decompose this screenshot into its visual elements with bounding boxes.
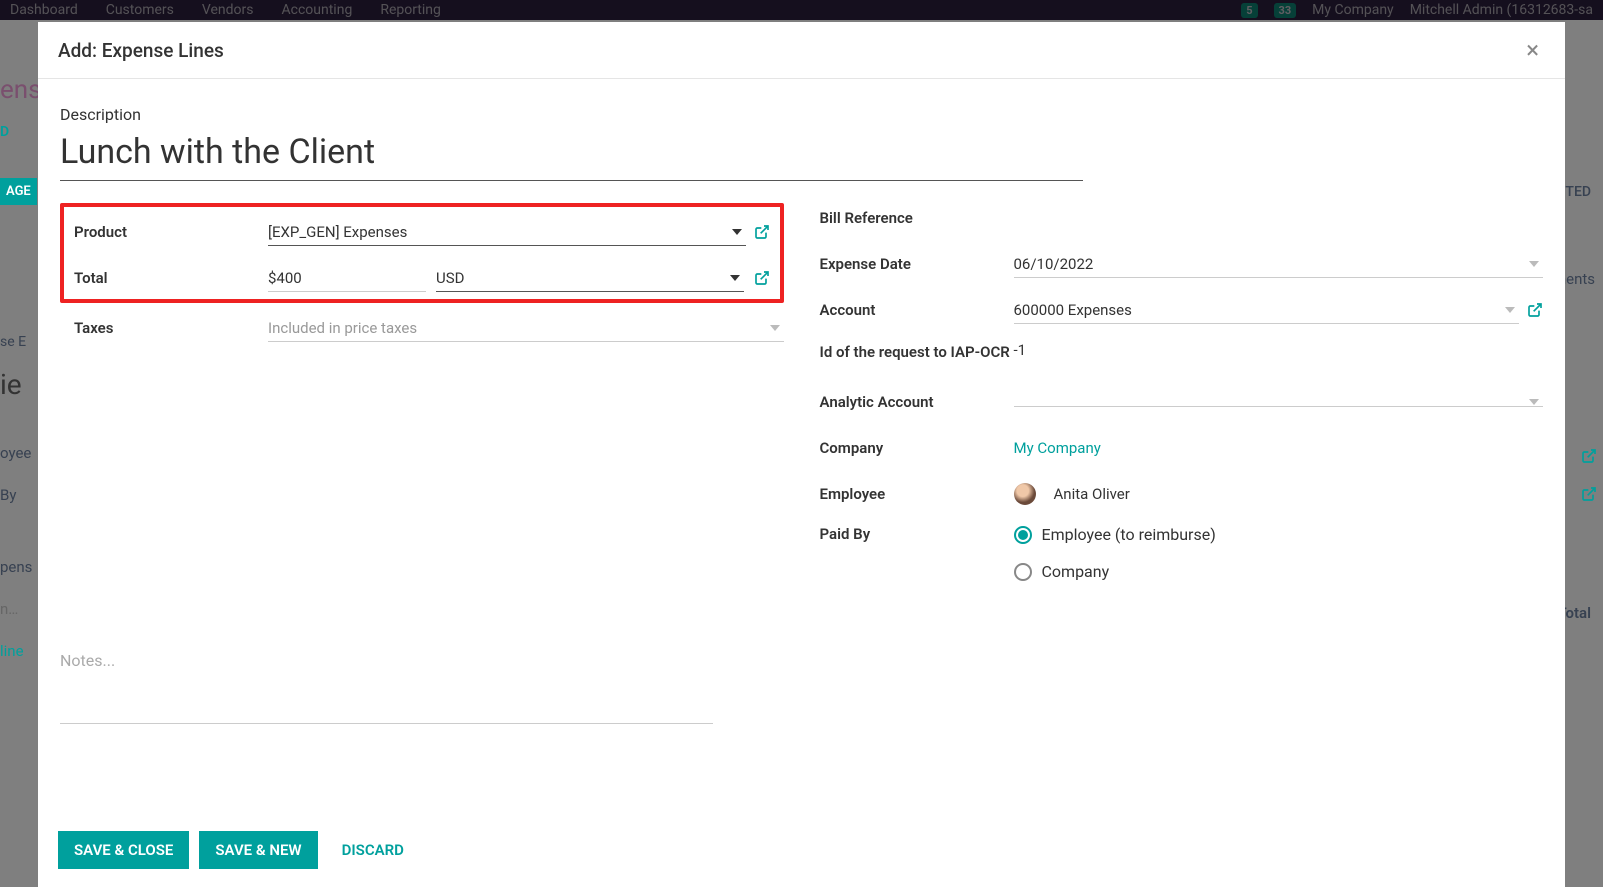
- radio-icon: [1014, 526, 1032, 544]
- bg-frag: line: [0, 642, 24, 660]
- chevron-down-icon: [732, 229, 742, 235]
- radio-icon: [1014, 563, 1032, 581]
- product-label: Product: [74, 223, 268, 241]
- total-label: Total: [74, 269, 268, 287]
- discard-button[interactable]: DISCARD: [328, 831, 418, 869]
- currency-external-link[interactable]: [754, 270, 770, 286]
- paid-by-employee-option[interactable]: Employee (to reimburse): [1014, 525, 1216, 544]
- chevron-down-icon: [770, 325, 780, 331]
- expense-date-value: 06/10/2022: [1014, 251, 1530, 277]
- modal-body: Description Product [EXP_GEN] Expenses: [38, 79, 1565, 813]
- paid-by-company-option[interactable]: Company: [1014, 562, 1216, 581]
- paid-by-radio-group: Employee (to reimburse) Company: [1014, 525, 1216, 581]
- iap-label: Id of the request to IAP-OCR: [820, 341, 1014, 364]
- company-label: Company: [820, 439, 1014, 457]
- total-input[interactable]: [268, 265, 426, 292]
- radio-label: Employee (to reimburse): [1042, 525, 1216, 544]
- employee-label: Employee: [820, 485, 1014, 503]
- account-value: 600000 Expenses: [1014, 297, 1506, 323]
- bill-reference-label: Bill Reference: [820, 209, 1014, 227]
- expense-lines-modal: Add: Expense Lines × Description Product…: [38, 22, 1565, 887]
- expense-date-label: Expense Date: [820, 255, 1014, 273]
- bg-frag: ens: [0, 75, 42, 105]
- analytic-account-label: Analytic Account: [820, 393, 1014, 411]
- close-button[interactable]: ×: [1520, 38, 1545, 62]
- form-right-column: Bill Reference Expense Date 06/10/2022 A…: [820, 203, 1544, 597]
- bg-frag: By: [0, 486, 16, 504]
- currency-value: USD: [436, 265, 730, 291]
- bg-frag-button: AGE: [0, 178, 37, 205]
- description-input[interactable]: [60, 130, 1083, 181]
- bg-frag: ie: [0, 368, 22, 401]
- expense-date-input[interactable]: 06/10/2022: [1014, 251, 1544, 278]
- account-select[interactable]: 600000 Expenses: [1014, 297, 1520, 324]
- product-external-link[interactable]: [754, 224, 770, 240]
- chevron-down-icon: [1505, 307, 1515, 313]
- account-label: Account: [820, 301, 1014, 319]
- radio-label: Company: [1042, 562, 1110, 581]
- form-left-column: Product [EXP_GEN] Expenses Tot: [60, 203, 784, 597]
- company-link[interactable]: My Company: [1014, 439, 1101, 457]
- highlight-annotation: Product [EXP_GEN] Expenses Tot: [60, 203, 784, 303]
- bg-frag: se E: [0, 334, 26, 350]
- analytic-account-value: [1014, 398, 1530, 406]
- bg-frag: D: [0, 124, 9, 140]
- taxes-placeholder: Included in price taxes: [268, 315, 770, 341]
- modal-title: Add: Expense Lines: [58, 39, 224, 62]
- external-link-icon: [1581, 448, 1597, 468]
- bg-frag: pens: [0, 558, 32, 576]
- chevron-down-icon: [1529, 399, 1539, 405]
- taxes-label: Taxes: [74, 319, 268, 337]
- modal-footer: SAVE & CLOSE SAVE & NEW DISCARD: [38, 813, 1565, 887]
- external-link-icon: [1581, 486, 1597, 506]
- account-external-link[interactable]: [1527, 302, 1543, 318]
- iap-value: -1: [1014, 341, 1027, 359]
- paid-by-label: Paid By: [820, 525, 1014, 543]
- save-close-button[interactable]: SAVE & CLOSE: [58, 831, 189, 869]
- modal-header: Add: Expense Lines ×: [38, 22, 1565, 79]
- taxes-select[interactable]: Included in price taxes: [268, 315, 784, 342]
- bg-frag: oyee: [0, 444, 31, 462]
- employee-value: Anita Oliver: [1054, 485, 1130, 503]
- product-select[interactable]: [EXP_GEN] Expenses: [268, 219, 746, 246]
- description-label: Description: [60, 105, 1543, 124]
- currency-select[interactable]: USD: [436, 265, 744, 292]
- notes-input[interactable]: [60, 645, 713, 724]
- chevron-down-icon: [1529, 261, 1539, 267]
- product-value: [EXP_GEN] Expenses: [268, 219, 732, 245]
- save-new-button[interactable]: SAVE & NEW: [199, 831, 317, 869]
- avatar: [1014, 483, 1036, 505]
- bg-frag: n…: [0, 600, 18, 618]
- chevron-down-icon: [730, 275, 740, 281]
- analytic-account-select[interactable]: [1014, 398, 1544, 407]
